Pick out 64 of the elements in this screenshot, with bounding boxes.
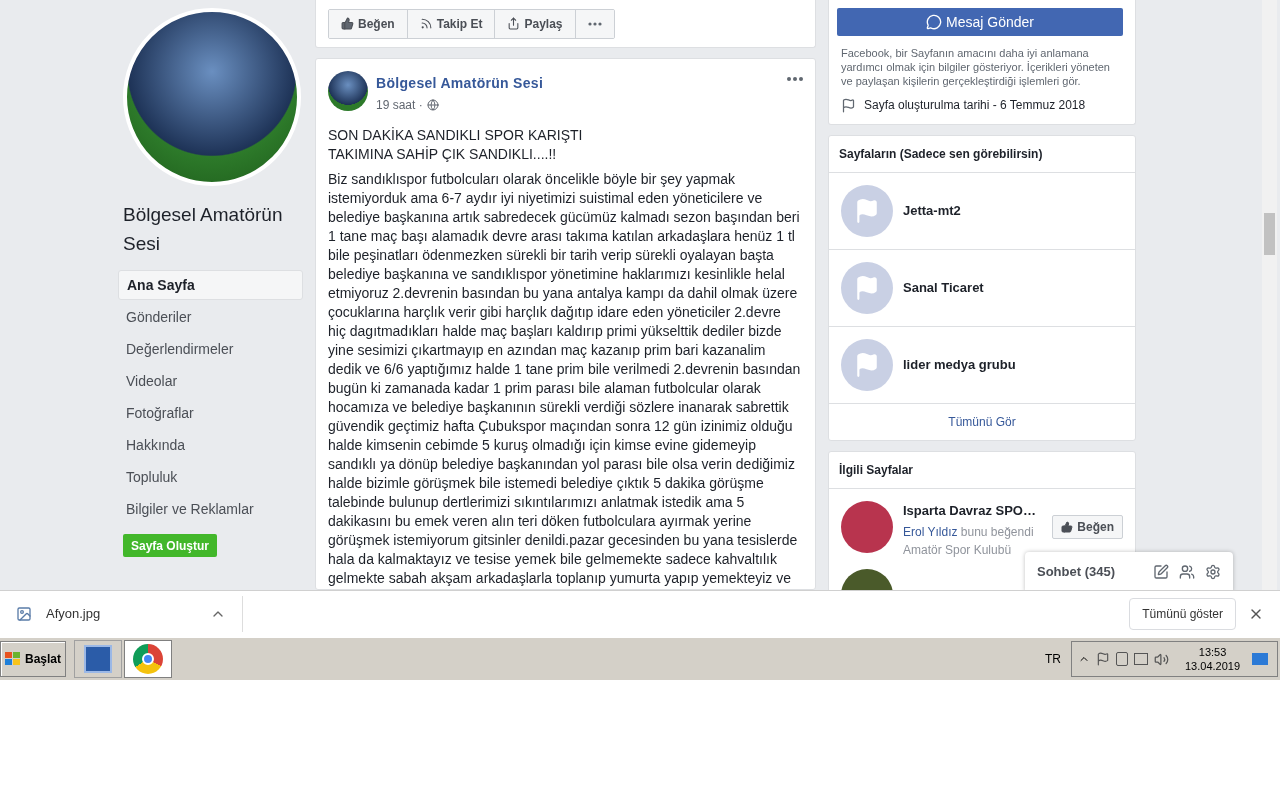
nav-item[interactable]: Hakkında — [118, 430, 303, 460]
page-avatar-icon — [841, 185, 893, 237]
page-name-link[interactable]: Sanal Ticaret — [903, 278, 984, 298]
page-action-button[interactable]: Paylaş — [495, 9, 576, 38]
nav-item[interactable]: Ana Sayfa — [118, 270, 303, 300]
page-title: Bölgesel Amatörün Sesi — [122, 203, 284, 256]
post-headline: SON DAKİKA SANDIKLI SPOR KARIŞTI — [328, 126, 584, 145]
nav-item[interactable]: Gönderiler — [118, 302, 303, 332]
settings-icon[interactable] — [1205, 564, 1221, 580]
start-button[interactable]: Başlat — [0, 641, 67, 677]
more-icon — [587, 21, 602, 26]
language-indicator[interactable]: TR — [1045, 650, 1061, 668]
chat-label: Sohbet (345) — [1037, 563, 1116, 582]
author-avatar-photo — [328, 71, 368, 111]
flag-icon — [841, 97, 856, 113]
people-icon[interactable] — [1179, 564, 1195, 580]
page-avatar-icon — [841, 262, 893, 314]
messenger-icon — [926, 14, 943, 30]
rss-icon — [419, 17, 433, 30]
chat-bar[interactable]: Sohbet (345) — [1025, 552, 1233, 590]
nav-item[interactable]: Videolar — [118, 366, 303, 396]
clock-date: 13.04.2019 — [1185, 659, 1241, 673]
windows-logo-icon — [5, 652, 21, 666]
card-title: Sayfaların (Sadece sen görebilirsin) — [829, 136, 1135, 173]
compose-icon[interactable] — [1153, 564, 1169, 580]
post-body: Biz sandıklıspor futbolcuları olarak öncelikle böyle bir şey yapmak istemiyorduk ama 6-7 aydır iyi niyetimizi suistimal eden yöneticilere ve belediye başkanına artık sabredecek gücümüz kalmadı sezon başından beri 1 tane maç başı alamadık devre arası takıma katılan arkadaşlara henüz 1 tl bile peşinatları ödenmezken sürekli bir tarih verip sürekli oyalayan başta belediye başkanına ve sandıklıspor yönetimine haklarımızı kesinlikle helal etmiyoruz 2.devrenin basından bu yana antalya kampı da dahil olmak üzere çocuklarına harçlık verir gibi harçlık dağıtıp idare eden yöneticiler 2.devre hiç dagıtmadıkları halde maç başları kaldırıp primi yükselttik dediler bizde yine sesimizi çıkartmayıp en azından maç kazanıp prim bari kazanalim dedik ve 6/6 yaptığımız halde 1 tane prim bile verilmedi 2.devrenin basından bugün ki zamanada kadar 1 prim parası bile alaman futbolcular olarak hocamıza ve belediye başkanının sürekli verdiği sözlere inanarak sabrettik güvendik geçtimiz hafta Çubukspor maçından sonra 12 gün izinimiz olduğu halde kimsenin cebimde 5 kuruş olmadığı için kimse evine gidemeyip sandıklı ya dönüp belediye başkanından yol parası bile olsa verin dediğimiz halde bizimle görüşmek bile istemedi belediye çıktık 5 dakika görüşme talebinde bulunup dertlerimizi sıkıntılarımızı anlatmak istedik ama 5 dakikasını bu emek veren alın teri döken futbolculara ayırmak yerine görüşmek istemiyorum gitsinler denildi.pazar gecesinden bu yana tesislerde hala da kalmaktayız ve tesise yemek bile gelmemekte sadece kahvaltılık gelmekte sabah akşam arkadaşlarla toplanıp yumurta yapıp yemekteyiz ve — [328, 170, 802, 588]
speaker-icon[interactable] — [1154, 651, 1169, 667]
clock-time: 13:53 — [1198, 645, 1227, 659]
send-message-button[interactable]: Mesaj Gönder — [837, 8, 1123, 36]
taskbar-app[interactable] — [74, 640, 123, 678]
post-author-link[interactable]: Bölgesel Amatörün Sesi — [376, 73, 787, 94]
flag-icon[interactable] — [1096, 652, 1110, 666]
show-desktop-icon[interactable] — [1252, 653, 1269, 665]
show-all-button[interactable]: Tümünü göster — [1129, 598, 1236, 630]
team-photo — [841, 501, 893, 553]
more-icon[interactable] — [787, 77, 803, 81]
post-headline: TAKIMINA SAHİP ÇIK SANDIKLI....!! — [328, 145, 558, 164]
share-arrow-icon — [507, 17, 521, 30]
nav-item[interactable]: Bilgiler ve Reklamlar — [118, 494, 303, 524]
thumbs-up-icon — [1061, 521, 1074, 533]
thumbs-up-icon — [341, 17, 354, 30]
nav-item[interactable]: Topluluk — [118, 462, 303, 492]
page-action-button[interactable]: Takip Et — [407, 9, 496, 38]
like-info: Erol Yıldız bunu beğendi — [903, 523, 1035, 541]
image-file-icon — [16, 606, 32, 622]
page-avatar-icon — [841, 339, 893, 391]
page-name-link[interactable]: Isparta Davraz SPO… — [903, 501, 1043, 521]
nav-item[interactable]: Fotoğraflar — [118, 398, 303, 428]
chrome-icon — [133, 644, 164, 674]
creation-date: Sayfa oluşturulma tarihi - 6 Temmuz 2018 — [864, 97, 1086, 114]
page-category: Amatör Spor Kulubü — [903, 541, 1013, 559]
like-button[interactable]: Beğen — [1052, 515, 1123, 539]
page-name-link[interactable]: lider medya grubu — [903, 355, 1016, 375]
globe-icon — [426, 99, 439, 111]
scrollbar[interactable] — [1262, 0, 1277, 590]
see-all-link[interactable]: Tümünü Gör — [948, 413, 1016, 431]
nav-item[interactable]: Değerlendirmeler — [118, 334, 303, 364]
post-time: 19 saat · — [376, 97, 423, 114]
downloaded-file-name[interactable]: Afyon.jpg — [46, 604, 101, 624]
card-title: İlgili Sayfalar — [829, 452, 1135, 489]
page-action-button[interactable]: Beğen — [329, 9, 408, 38]
page-name-link[interactable]: Jetta-mt2 — [903, 201, 961, 221]
transparency-text: Facebook, bir Sayfanın amacını daha iyi anlamana yardımcı olmak için bilgiler gösteriyor. İçerikleri yöneten ve paylaşan kişilerin gerçekleştirdiği işlemleri gör. — [841, 46, 1111, 88]
taskbar-app[interactable] — [124, 640, 173, 678]
